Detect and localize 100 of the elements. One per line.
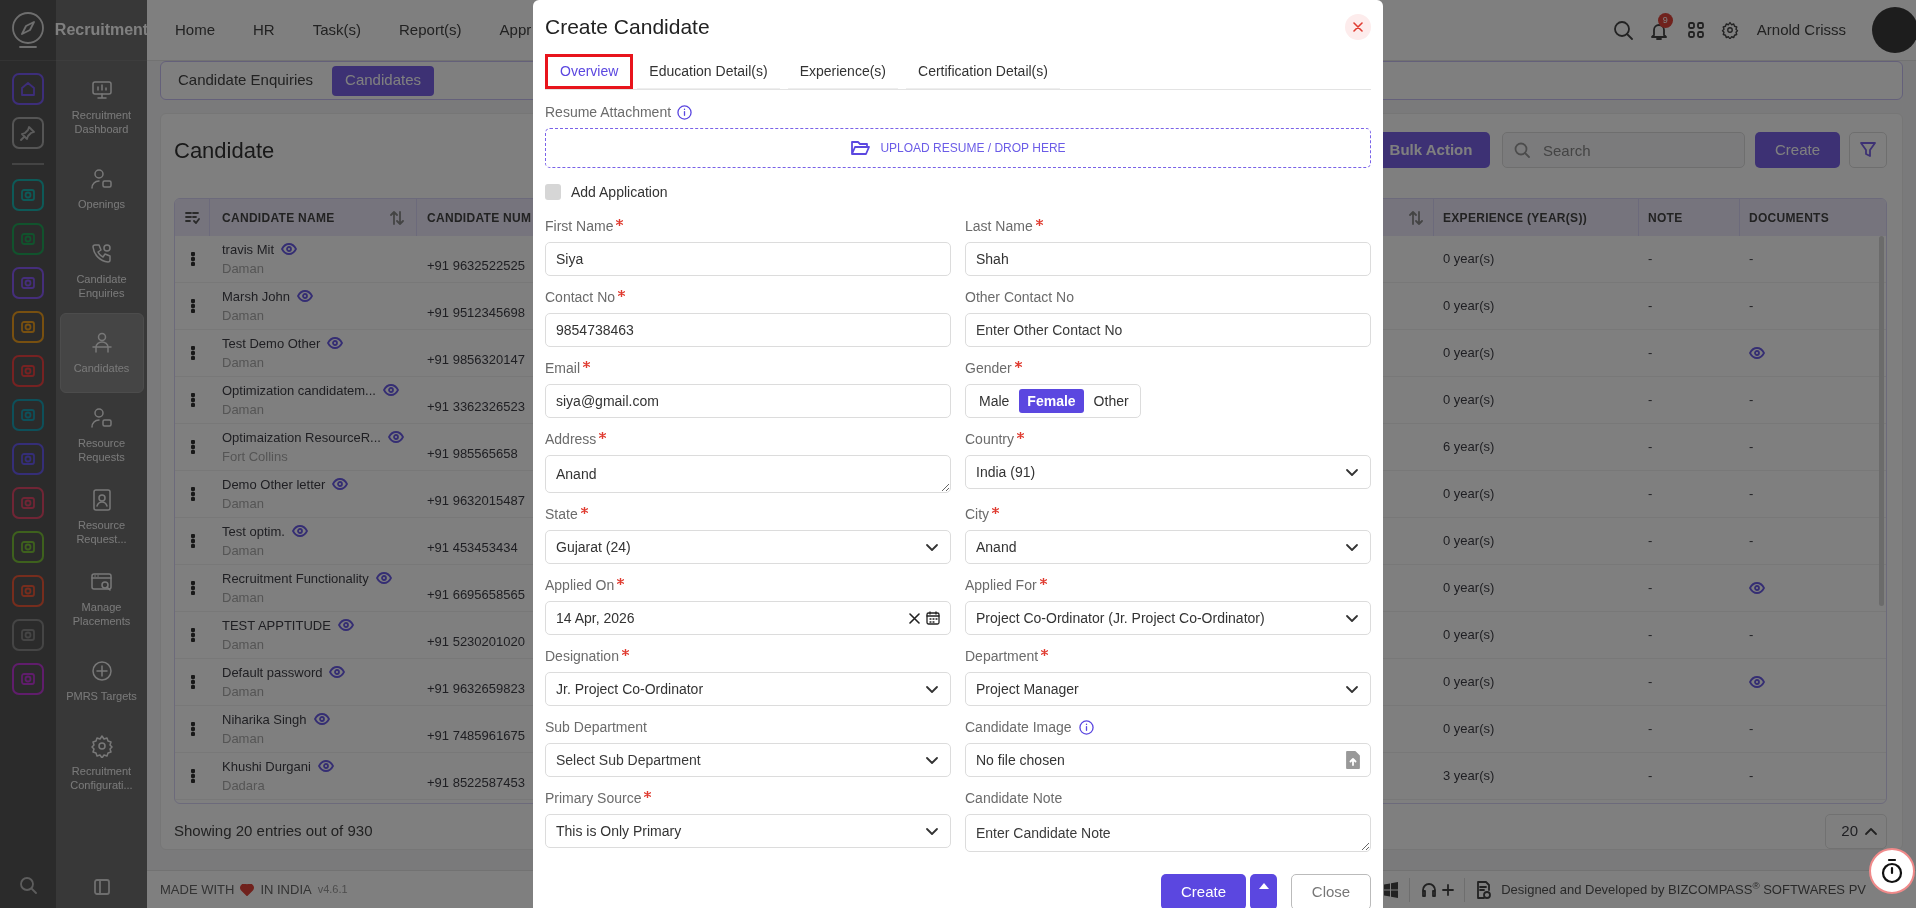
module-button[interactable]	[12, 267, 44, 299]
module-button[interactable]	[12, 619, 44, 651]
dropdown[interactable]: Anand	[965, 530, 1371, 564]
top-menu-item[interactable]: Report(s)	[399, 18, 462, 42]
dropdown[interactable]: This is Only Primary	[545, 814, 951, 848]
close-button[interactable]: Close	[1291, 874, 1371, 908]
text-field[interactable]: siya@gmail.com	[545, 384, 951, 418]
dropdown[interactable]: Gujarat (24)	[545, 530, 951, 564]
module-button[interactable]	[12, 179, 44, 211]
dialog-tab[interactable]: Certification Detail(s)	[906, 54, 1060, 89]
create-button[interactable]: Create	[1161, 874, 1246, 908]
module-icon	[20, 231, 36, 247]
field-label: Designation	[545, 646, 619, 666]
module-button[interactable]	[12, 575, 44, 607]
candidate-name[interactable]: Test optim.	[222, 521, 285, 541]
upload-dropzone[interactable]: UPLOAD RESUME / DROP HERE	[545, 128, 1371, 168]
date-field[interactable]: 14 Apr, 2026	[545, 601, 951, 635]
dialog-tab[interactable]: Education Detail(s)	[637, 54, 780, 89]
text-field[interactable]: Enter Other Contact No	[965, 313, 1371, 347]
search-field[interactable]: Search	[1502, 132, 1745, 168]
footer-text: IN INDIA	[260, 880, 312, 899]
dropdown[interactable]: Project Co-Ordinator (Jr. Project Co-Ordinator)	[965, 601, 1371, 635]
kebab-menu-icon	[190, 534, 195, 548]
kebab-menu-icon	[190, 675, 195, 689]
dropdown[interactable]: Jr. Project Co-Ordinator	[545, 672, 951, 706]
text-area[interactable]: Anand	[545, 455, 951, 493]
plus-icon	[1442, 883, 1455, 896]
candidate-name[interactable]: Niharika Singh	[222, 709, 307, 729]
candidate-name[interactable]: Khushi Durgani	[222, 756, 311, 776]
sidebar-item[interactable]: Candidate Enquiries	[59, 231, 144, 311]
module-button[interactable]	[12, 443, 44, 475]
candidate-name[interactable]: Recruitment Functionality	[222, 568, 369, 588]
field-label: Email	[545, 358, 580, 378]
toggle-option[interactable]: Female	[1019, 389, 1084, 413]
home-button[interactable]	[12, 73, 44, 105]
module-button[interactable]	[12, 311, 44, 343]
module-button[interactable]	[12, 223, 44, 255]
text-field[interactable]: 9854738463	[545, 313, 951, 347]
table-cell: -	[1648, 486, 1653, 502]
filter-button[interactable]	[1849, 132, 1887, 168]
text-field[interactable]: Shah	[965, 242, 1371, 276]
eye-icon	[296, 290, 313, 303]
page-tab[interactable]: Candidates	[332, 65, 434, 96]
candidate-name[interactable]: Optimaization ResourceR...	[222, 427, 381, 447]
candidate-name[interactable]: Marsh John	[222, 286, 290, 306]
sidebar-item[interactable]: Resource Requests	[59, 395, 144, 475]
module-button[interactable]	[12, 355, 44, 387]
dropdown[interactable]: Project Manager	[965, 672, 1371, 706]
dropdown[interactable]: India (91)	[965, 455, 1371, 489]
pin-button[interactable]	[12, 117, 44, 149]
table-cell: +91 9856320147	[427, 352, 525, 368]
kebab-menu-icon	[190, 299, 195, 313]
close-button[interactable]	[1345, 14, 1371, 40]
field-label: Candidate Note	[965, 788, 1063, 808]
toggle-option[interactable]: Male	[971, 389, 1018, 413]
field-label: Candidate Image	[965, 717, 1072, 737]
dialog-tab[interactable]: Experience(s)	[787, 54, 898, 89]
create-button[interactable]: Create	[1755, 132, 1840, 168]
table-cell: -	[1648, 580, 1653, 596]
sidebar-item[interactable]: PMRS Targets	[59, 641, 144, 721]
candidate-name[interactable]: Test Demo Other	[222, 333, 321, 353]
more-options-button[interactable]	[1250, 874, 1277, 908]
sidebar-item[interactable]: Openings	[59, 149, 144, 229]
toggle-option[interactable]: Other	[1085, 389, 1137, 413]
text-area[interactable]: Enter Candidate Note	[965, 814, 1371, 852]
gender-toggle[interactable]: Male Female Other	[965, 384, 1141, 418]
bell-icon	[1648, 21, 1669, 41]
page-tab[interactable]: Candidate Enquiries	[165, 65, 327, 96]
sidebar-item[interactable]: Recruitment Configurati...	[59, 723, 144, 803]
file-field[interactable]: No file chosen	[965, 743, 1371, 777]
candidate-name[interactable]: travis Mit	[222, 239, 274, 259]
timer-button[interactable]	[1869, 848, 1915, 894]
top-menu-item[interactable]: Appr	[499, 18, 532, 42]
sidebar-item[interactable]: Manage Placements	[59, 559, 144, 639]
top-menu-item[interactable]: Task(s)	[312, 18, 362, 42]
candidate-name[interactable]: Optimization candidatem...	[222, 380, 376, 400]
sidebar-item[interactable]: Resource Request...	[59, 477, 144, 557]
candidate-name[interactable]: TEST APPTITUDE	[222, 615, 331, 635]
candidate-name[interactable]: Default password	[222, 662, 323, 682]
checkbox[interactable]	[545, 184, 561, 200]
module-button[interactable]	[12, 531, 44, 563]
candidate-name[interactable]: Demo Other letter	[222, 474, 326, 494]
table-cell: 0 year(s)	[1443, 627, 1495, 643]
field-label: Gender	[965, 358, 1012, 378]
user-name[interactable]: Arnold Crisss	[1756, 18, 1846, 42]
top-menu-item[interactable]: Home	[175, 18, 215, 42]
table-cell: -	[1749, 392, 1754, 408]
page-size-select[interactable]: 20	[1825, 814, 1887, 849]
module-button[interactable]	[12, 487, 44, 519]
avatar[interactable]	[1872, 7, 1916, 53]
module-button[interactable]	[12, 663, 44, 695]
windows-icon	[1383, 881, 1400, 898]
eye-icon	[375, 572, 392, 585]
dropdown[interactable]: Select Sub Department	[545, 743, 951, 777]
module-button[interactable]	[12, 399, 44, 431]
top-menu-item[interactable]: HR	[253, 18, 275, 42]
kebab-menu-icon	[190, 440, 195, 454]
sidebar-item[interactable]: Recruitment Dashboard	[59, 67, 144, 147]
dialog-tab[interactable]: Overview	[545, 54, 634, 89]
text-field[interactable]: Siya	[545, 242, 951, 276]
